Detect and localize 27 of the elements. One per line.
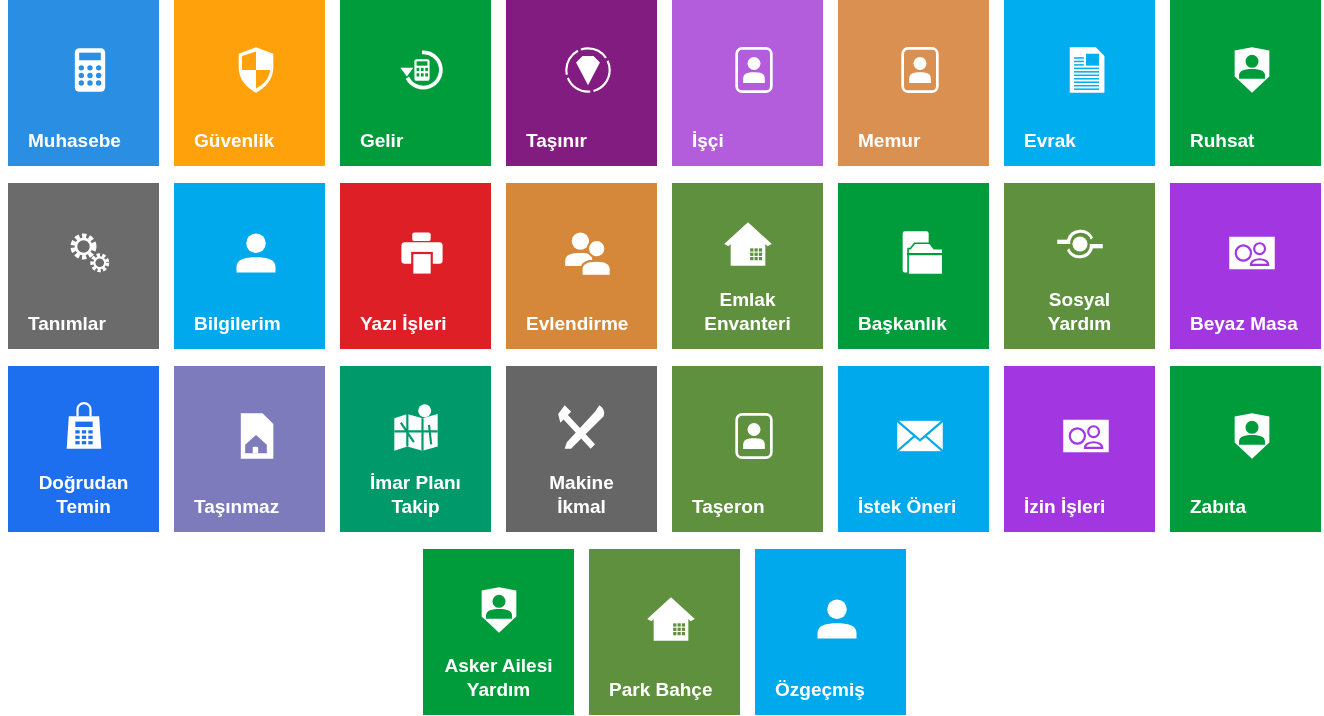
module-tile[interactable]: Muhasebe: [8, 0, 159, 166]
module-tile[interactable]: İmar Planı Takip: [340, 366, 491, 532]
module-tile[interactable]: Emlak Envanteri: [672, 183, 823, 349]
module-tile[interactable]: Özgeçmiş: [755, 549, 906, 715]
module-tile[interactable]: Taşeron: [672, 366, 823, 532]
module-tile[interactable]: Tanımlar: [8, 183, 159, 349]
module-tile[interactable]: Ruhsat: [1170, 0, 1321, 166]
module-tile[interactable]: İstek Öneri: [838, 366, 989, 532]
module-tile[interactable]: Bilgilerim: [174, 183, 325, 349]
module-tile[interactable]: Başkanlık: [838, 183, 989, 349]
module-tile[interactable]: Zabıta: [1170, 366, 1321, 532]
module-tile[interactable]: Evlendirme: [506, 183, 657, 349]
module-tile[interactable]: Park Bahçe: [589, 549, 740, 715]
module-tile[interactable]: Taşınır: [506, 0, 657, 166]
module-tile[interactable]: Sosyal Yardım: [1004, 183, 1155, 349]
module-tile[interactable]: Gelir: [340, 0, 491, 166]
module-tile[interactable]: Güvenlik: [174, 0, 325, 166]
module-tile[interactable]: Doğrudan Temin: [8, 366, 159, 532]
module-tile[interactable]: Beyaz Masa: [1170, 183, 1321, 349]
module-tile[interactable]: İzin İşleri: [1004, 366, 1155, 532]
module-tile[interactable]: Asker Ailesi Yardım: [423, 549, 574, 715]
module-tile[interactable]: Evrak: [1004, 0, 1155, 166]
module-tile[interactable]: İşçi: [672, 0, 823, 166]
module-tile[interactable]: Makine İkmal: [506, 366, 657, 532]
module-tile[interactable]: Taşınmaz: [174, 366, 325, 532]
module-tile[interactable]: Yazı İşleri: [340, 183, 491, 349]
module-tile[interactable]: Memur: [838, 0, 989, 166]
